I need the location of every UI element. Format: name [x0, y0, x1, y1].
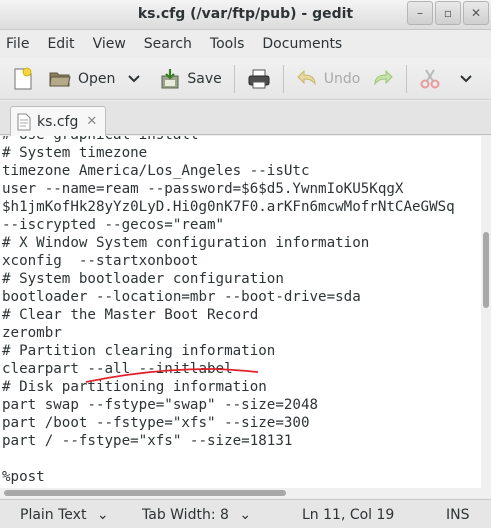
- open-recent-dropdown[interactable]: [123, 63, 145, 95]
- editor-line: # X Window System configuration informat…: [2, 235, 370, 251]
- cut-button[interactable]: [415, 63, 445, 95]
- menu-tools[interactable]: Tools: [210, 36, 245, 52]
- editor-line: user --name=ream --password=$6$d5.YwnmIo…: [2, 181, 404, 197]
- editor-line: # System timezone: [2, 145, 148, 161]
- chevron-down-icon: [460, 74, 472, 82]
- insert-mode: INS: [446, 507, 470, 523]
- menu-view[interactable]: View: [93, 36, 126, 52]
- save-button[interactable]: Save: [155, 63, 225, 95]
- open-button[interactable]: Open: [44, 63, 119, 95]
- open-label: Open: [78, 70, 116, 87]
- redo-icon: [374, 69, 394, 86]
- window-controls: – ▫ ✕: [407, 1, 489, 25]
- editor-line: bootloader --location=mbr --boot-drive=s…: [2, 289, 361, 305]
- tab-ks-cfg[interactable]: ks.cfg ✕: [10, 106, 106, 136]
- status-bar: Plain Text ⌄ Tab Width: 8 ⌄ Ln 11, Col 1…: [0, 499, 491, 528]
- chevron-down-icon: ⌄: [239, 507, 252, 523]
- editor-line: --iscrypted --gecos="ream": [2, 217, 225, 233]
- editor-lines: # Use graphical install# System timezone…: [2, 136, 455, 488]
- horizontal-scrollbar[interactable]: [0, 488, 491, 498]
- close-icon: ✕: [470, 6, 482, 20]
- editor-line: # Use graphical install: [2, 136, 455, 144]
- language-selector[interactable]: Plain Text ⌄: [20, 507, 109, 523]
- editor-line: zerombr: [2, 325, 62, 341]
- tab-width-label: Tab Width: 8: [142, 507, 229, 523]
- editor-line: timezone America/Los_Angeles --isUtc: [2, 163, 310, 179]
- title-bar: ks.cfg (/var/ftp/pub) - gedit – ▫ ✕: [0, 0, 491, 30]
- menu-documents[interactable]: Documents: [262, 36, 342, 52]
- editor-line: part swap --fstype="swap" --size=2048: [2, 397, 319, 413]
- undo-button[interactable]: Undo: [292, 63, 365, 95]
- toolbar: Open Save Undo: [0, 58, 491, 100]
- editor-line: part / --fstype="xfs" --size=18131: [2, 433, 293, 449]
- print-button[interactable]: [243, 63, 275, 95]
- menu-file[interactable]: File: [6, 36, 29, 52]
- horizontal-scrollbar-thumb[interactable]: [4, 490, 286, 496]
- vertical-scrollbar-thumb[interactable]: [483, 232, 489, 308]
- redo-button[interactable]: [368, 63, 398, 95]
- vertical-scrollbar[interactable]: [481, 136, 491, 488]
- editor-line: xconfig --startxonboot: [2, 253, 199, 269]
- tab-width-selector[interactable]: Tab Width: 8 ⌄: [142, 507, 251, 523]
- folder-open-icon: [49, 72, 71, 86]
- editor-line: clearpart --all --initlabel: [2, 361, 233, 377]
- minimize-button[interactable]: –: [407, 1, 433, 25]
- editor-line: $h1jmKofHk28yYz0LyD.Hi0g0nK7F0.arKFn6mcw…: [2, 199, 455, 215]
- menu-edit[interactable]: Edit: [47, 36, 74, 52]
- toolbar-separator: [282, 64, 284, 93]
- printer-icon: [248, 69, 270, 88]
- scissors-icon: [420, 68, 440, 88]
- new-document-button[interactable]: [8, 63, 38, 95]
- tab-label: ks.cfg: [37, 113, 79, 130]
- maximize-button[interactable]: ▫: [435, 1, 461, 25]
- editor-line: %post: [2, 469, 45, 485]
- editor-line: # System bootloader configuration: [2, 271, 284, 287]
- chevron-down-icon: ⌄: [96, 507, 109, 523]
- menu-bar: File Edit View Search Tools Documents: [0, 31, 491, 57]
- editor-line: # Disk partitioning information: [2, 379, 267, 395]
- undo-icon: [297, 69, 316, 86]
- chevron-down-icon: [128, 74, 141, 82]
- menu-search[interactable]: Search: [144, 36, 192, 52]
- new-document-icon: [14, 67, 32, 90]
- editor-line: # Clear the Master Boot Record: [2, 307, 259, 323]
- close-window-button[interactable]: ✕: [463, 1, 489, 25]
- save-label: Save: [187, 70, 222, 87]
- close-tab-icon[interactable]: ✕: [86, 114, 97, 129]
- save-icon: [161, 68, 179, 88]
- editor-line: part /boot --fstype="xfs" --size=300: [2, 415, 310, 431]
- maximize-icon: ▫: [443, 6, 453, 20]
- toolbar-overflow-menu[interactable]: [455, 63, 477, 95]
- text-editor[interactable]: # Use graphical install# System timezone…: [0, 136, 491, 488]
- minimize-icon: –: [417, 6, 423, 20]
- document-icon: [17, 113, 31, 130]
- toolbar-separator: [406, 64, 408, 93]
- toolbar-separator: [233, 64, 235, 93]
- undo-label: Undo: [323, 70, 361, 87]
- document-tabs: ks.cfg ✕: [0, 101, 491, 136]
- cursor-position: Ln 11, Col 19: [302, 507, 395, 523]
- editor-line: # Partition clearing information: [2, 343, 276, 359]
- language-label: Plain Text: [20, 507, 87, 523]
